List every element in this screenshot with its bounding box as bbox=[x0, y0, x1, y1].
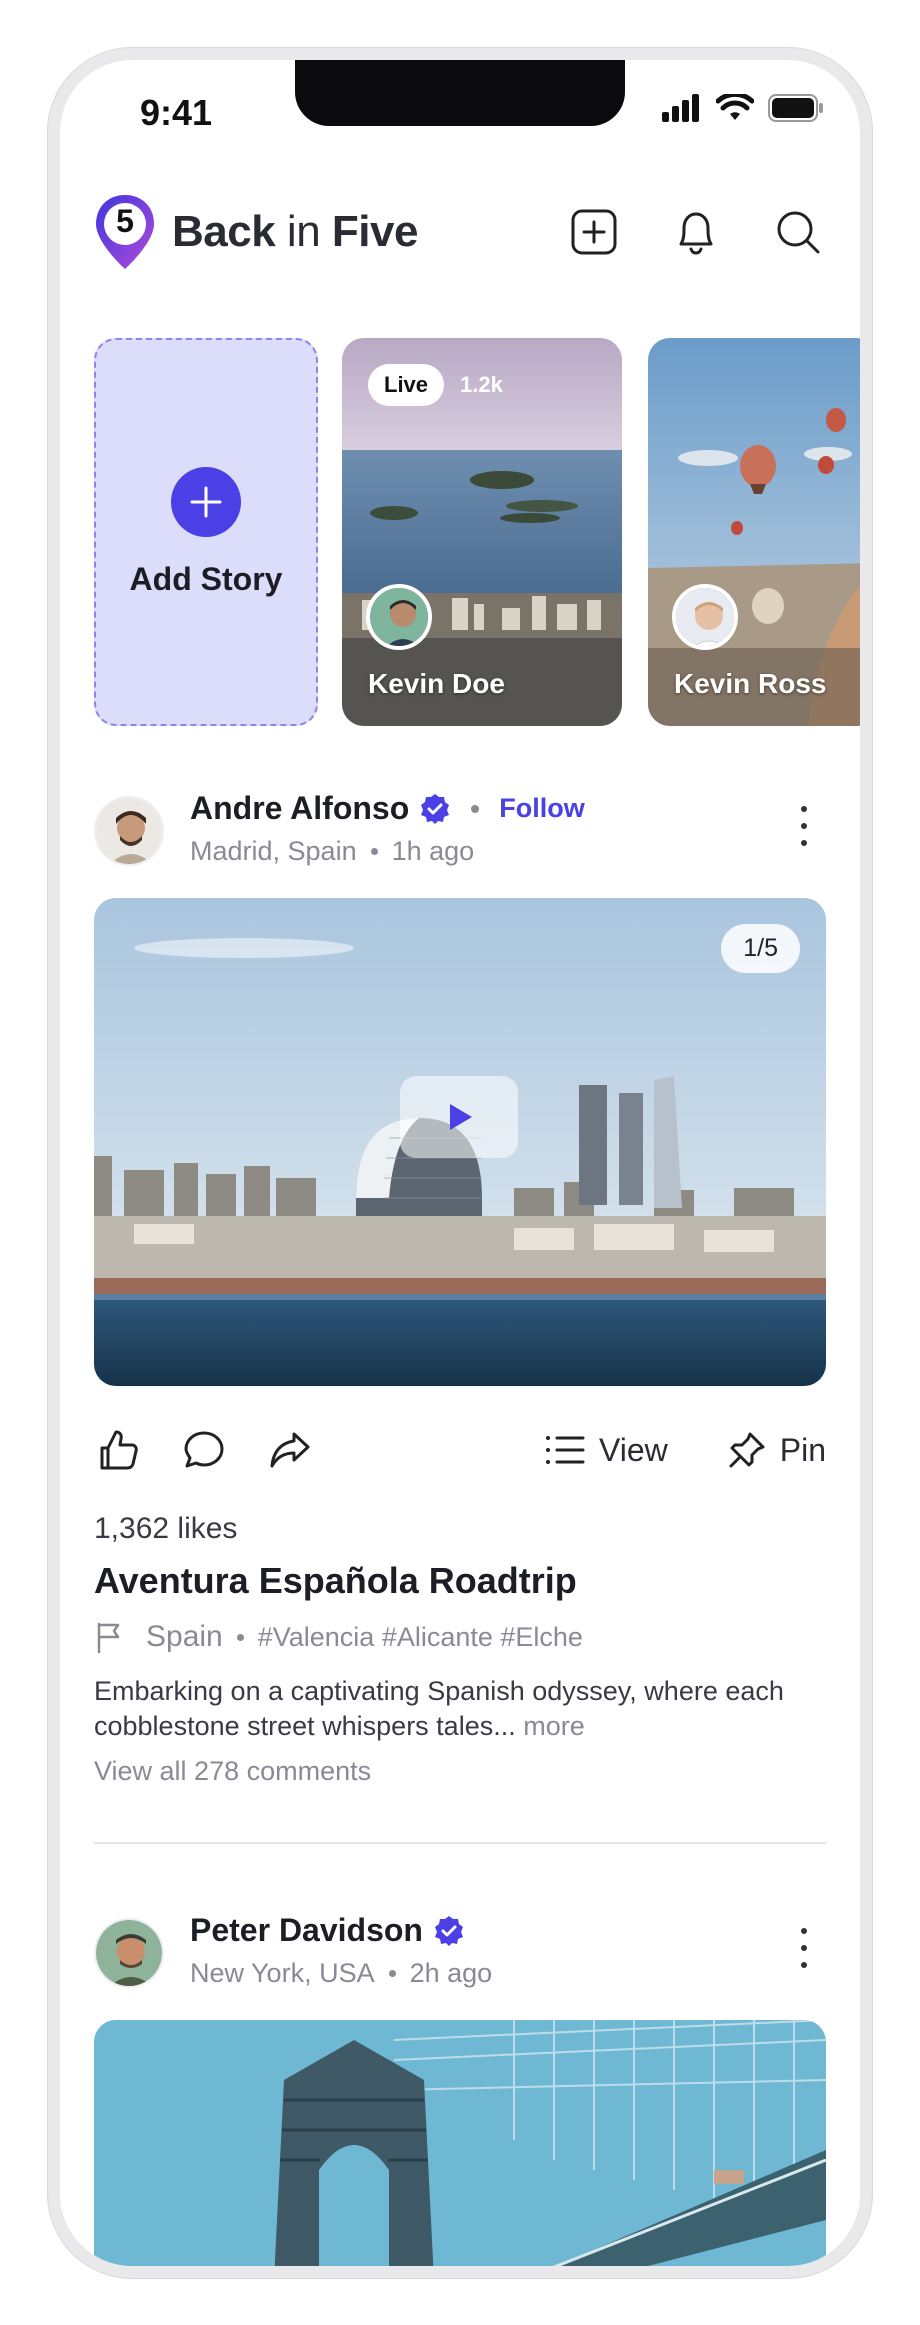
brand-word-back: Back bbox=[172, 207, 276, 256]
post-media[interactable]: 1/5 bbox=[94, 898, 826, 1386]
status-time: 9:41 bbox=[140, 92, 213, 133]
post-actions-right: View Pin bbox=[545, 1431, 826, 1469]
post-description-text: Embarking on a captivating Spanish odyss… bbox=[94, 1676, 784, 1741]
author-avatar[interactable] bbox=[94, 1918, 164, 1988]
search-icon bbox=[777, 211, 820, 254]
play-button[interactable] bbox=[400, 1076, 518, 1158]
add-post-button[interactable] bbox=[570, 208, 618, 256]
post-meta: New York, USA 2h ago bbox=[190, 1958, 492, 1989]
live-indicator: Live 1.2k bbox=[368, 364, 503, 406]
post-divider bbox=[94, 1842, 826, 1844]
stories-row: Add Story Live 1.2k Kevin Doe Kevin Ross bbox=[94, 338, 860, 726]
battery-icon bbox=[768, 94, 823, 122]
story-name: Kevin Doe bbox=[368, 668, 505, 699]
story-name: Kevin Ross bbox=[674, 668, 827, 699]
share-arrow-icon[interactable] bbox=[266, 1426, 314, 1474]
post-hashtags[interactable]: #Valencia #Alicante #Elche bbox=[258, 1622, 583, 1653]
search-button[interactable] bbox=[774, 208, 822, 256]
post-meta: Madrid, Spain 1h ago bbox=[190, 836, 474, 867]
story-avatar bbox=[366, 584, 432, 650]
app-screen: 9:41 5 Back in Five Add Story Live 1.2k … bbox=[60, 60, 860, 2266]
list-icon bbox=[545, 1436, 585, 1464]
brand-word-five: Five bbox=[331, 207, 419, 256]
more-link[interactable]: more bbox=[516, 1711, 585, 1741]
verified-badge-icon bbox=[434, 1915, 463, 1946]
verified-badge-icon bbox=[421, 793, 450, 824]
like-thumb-icon[interactable] bbox=[94, 1426, 142, 1474]
status-icons bbox=[662, 94, 824, 122]
post-tags-row: Spain #Valencia #Alicante #Elche bbox=[94, 1620, 583, 1654]
pin-icon bbox=[729, 1432, 765, 1468]
author-row: Peter Davidson bbox=[190, 1912, 465, 1949]
notch bbox=[295, 60, 625, 126]
likes-count[interactable]: 1,362 likes bbox=[94, 1512, 237, 1546]
app-header: 5 Back in Five bbox=[94, 192, 826, 272]
post-header: Peter Davidson New York, USA 2h ago bbox=[94, 1912, 826, 1998]
follow-button[interactable]: Follow bbox=[499, 793, 584, 824]
separator-dot bbox=[471, 804, 480, 813]
media-counter: 1/5 bbox=[721, 924, 800, 973]
post-time: 2h ago bbox=[409, 1958, 493, 1988]
header-actions bbox=[570, 208, 826, 256]
post-description: Embarking on a captivating Spanish odyss… bbox=[94, 1674, 834, 1744]
post-header: Andre Alfonso Follow Madrid, Spain 1h ag… bbox=[94, 790, 826, 876]
wifi-icon bbox=[716, 94, 754, 120]
add-story-card[interactable]: Add Story bbox=[94, 338, 318, 726]
add-post-icon bbox=[571, 209, 617, 255]
live-viewer-count: 1.2k bbox=[460, 372, 503, 397]
live-badge: Live bbox=[368, 364, 445, 406]
post-location[interactable]: New York, USA bbox=[190, 1958, 375, 1989]
flag-icon bbox=[97, 1622, 120, 1654]
post-image-bridge bbox=[94, 2020, 826, 2266]
story-avatar bbox=[672, 584, 738, 650]
post-location[interactable]: Madrid, Spain bbox=[190, 836, 357, 867]
app-brand-name: Back in Five bbox=[172, 207, 418, 257]
notifications-button[interactable] bbox=[672, 208, 720, 256]
view-button[interactable]: View bbox=[545, 1432, 668, 1469]
app-logo[interactable]: 5 bbox=[94, 193, 156, 271]
bell-icon bbox=[679, 212, 713, 255]
author-name[interactable]: Andre Alfonso bbox=[190, 790, 409, 827]
more-options-icon[interactable] bbox=[798, 1928, 810, 1968]
view-label: View bbox=[598, 1431, 668, 1468]
pin-label: Pin bbox=[779, 1431, 826, 1468]
story-card-kevin-ross[interactable]: Kevin Ross bbox=[648, 338, 860, 726]
separator-dot bbox=[370, 848, 378, 855]
post-time: 1h ago bbox=[391, 836, 475, 866]
more-options-icon[interactable] bbox=[798, 806, 810, 846]
comment-icon[interactable] bbox=[180, 1426, 228, 1474]
avatar-image bbox=[96, 1920, 162, 1986]
post-title: Aventura Española Roadtrip bbox=[94, 1560, 577, 1601]
logo-number: 5 bbox=[116, 203, 134, 239]
post-media[interactable] bbox=[94, 2020, 826, 2266]
plus-icon bbox=[190, 486, 222, 517]
author-avatar[interactable] bbox=[94, 796, 164, 866]
brand-word-in: in bbox=[275, 207, 332, 256]
add-story-button[interactable] bbox=[171, 466, 241, 537]
post-country[interactable]: Spain bbox=[146, 1620, 223, 1654]
phone-frame: 9:41 5 Back in Five Add Story Live 1.2k … bbox=[48, 48, 872, 2278]
avatar-image bbox=[96, 798, 162, 864]
post-actions: View Pin bbox=[94, 1420, 826, 1480]
add-story-label: Add Story bbox=[129, 560, 283, 597]
play-icon bbox=[450, 1104, 472, 1130]
separator-dot bbox=[388, 1970, 396, 1977]
author-name[interactable]: Peter Davidson bbox=[190, 1912, 423, 1949]
signal-icon bbox=[662, 94, 699, 122]
view-comments-link[interactable]: View all 278 comments bbox=[94, 1756, 371, 1787]
pin-button[interactable]: Pin bbox=[728, 1431, 826, 1469]
author-row: Andre Alfonso Follow bbox=[190, 790, 585, 827]
story-card-kevin-doe[interactable]: Live 1.2k Kevin Doe bbox=[342, 338, 622, 726]
separator-dot bbox=[236, 1633, 244, 1641]
